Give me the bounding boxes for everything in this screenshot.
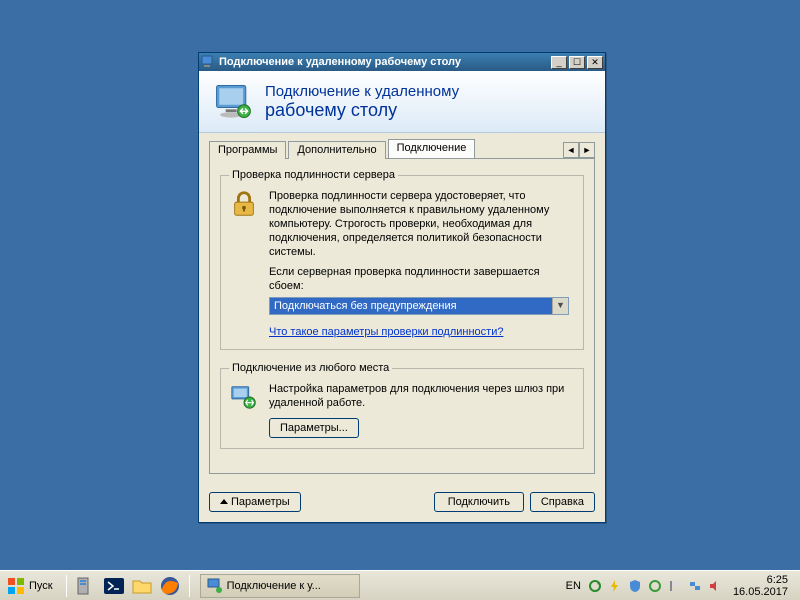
anywhere-description: Настройка параметров для подключения чер… [269,382,575,410]
tray-sync-icon[interactable] [647,578,663,594]
tray-volume-icon[interactable] [707,578,723,594]
banner: Подключение к удаленному рабочему столу [199,71,605,133]
lock-icon [229,189,259,219]
window-title: Подключение к удаленному рабочему столу [219,56,549,68]
dropdown-selected: Подключаться без предупреждения [270,298,552,314]
start-label: Пуск [29,580,53,592]
tab-scroll-left[interactable]: ◄ [563,142,579,158]
options-toggle-button[interactable]: Параметры [209,492,301,512]
rdp-icon [201,55,215,69]
group-connect-anywhere: Подключение из любого места Настройка па… [220,362,584,449]
auth-description: Проверка подлинности сервера удостоверяе… [269,189,575,259]
help-button[interactable]: Справка [530,492,595,512]
clock[interactable]: 6:25 16.05.2017 [727,574,794,598]
auth-action-dropdown[interactable]: Подключаться без предупреждения ▼ [269,297,569,315]
tab-advanced[interactable]: Дополнительно [288,141,385,159]
tray-flag-icon[interactable] [667,578,683,594]
quicklaunch [71,575,185,597]
tray-refresh-icon[interactable] [587,578,603,594]
start-button[interactable]: Пуск [2,574,62,598]
clock-date: 16.05.2017 [733,586,788,598]
auth-help-link[interactable]: Что такое параметры проверки подлинности… [269,326,503,338]
tab-scroll: ◄ ► [563,142,595,158]
tab-programs[interactable]: Программы [209,141,286,159]
tab-connection[interactable]: Подключение [388,139,476,158]
taskbar-app-label: Подключение к у... [227,580,321,592]
group-connect-anywhere-legend: Подключение из любого места [229,362,392,374]
separator [66,575,67,597]
tab-panel-connection: Проверка подлинности сервера Проверка по… [209,158,595,474]
chevron-up-icon [220,499,228,504]
minimize-button[interactable]: _ [551,56,567,69]
taskbar-app-button[interactable]: Подключение к у... [200,574,360,598]
rdp-icon [207,578,223,594]
firefox-icon[interactable] [159,575,181,597]
tray-power-icon[interactable] [607,578,623,594]
gateway-icon [229,382,259,412]
tray-network-icon[interactable] [687,578,703,594]
explorer-icon[interactable] [131,575,153,597]
language-indicator[interactable]: EN [566,580,581,592]
dialog-footer: Параметры Подключить Справка [199,484,605,522]
close-button[interactable]: ✕ [587,56,603,69]
tab-scroll-right[interactable]: ► [579,142,595,158]
taskbar: Пуск Подключение к у... EN [0,570,800,600]
connect-button[interactable]: Подключить [434,492,524,512]
auth-prompt: Если серверная проверка подлинности заве… [269,265,575,293]
tray-shield-icon[interactable] [627,578,643,594]
clock-time: 6:25 [733,574,788,586]
tab-strip: Программы Дополнительно Подключение ◄ ► [199,133,605,158]
gateway-params-button[interactable]: Параметры... [269,418,359,438]
banner-line1: Подключение к удаленному [265,83,459,100]
separator [189,575,190,597]
server-manager-icon[interactable] [75,575,97,597]
rdp-dialog: Подключение к удаленному рабочему столу … [198,52,606,523]
group-server-auth-legend: Проверка подлинности сервера [229,169,398,181]
chevron-down-icon[interactable]: ▼ [552,298,568,314]
banner-line2: рабочему столу [265,100,459,121]
windows-logo-icon [7,577,25,595]
system-tray: EN 6:25 16.05.2017 [566,574,798,598]
powershell-icon[interactable] [103,575,125,597]
group-server-auth: Проверка подлинности сервера Проверка по… [220,169,584,350]
titlebar[interactable]: Подключение к удаленному рабочему столу … [199,53,605,71]
maximize-button[interactable]: ☐ [569,56,585,69]
computer-icon [211,80,255,124]
